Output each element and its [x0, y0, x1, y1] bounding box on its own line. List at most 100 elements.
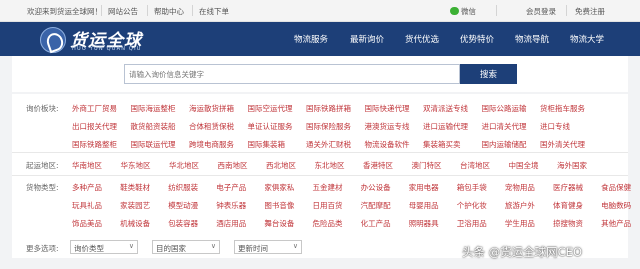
nav-logistics-university[interactable]: 物流大学: [570, 33, 604, 45]
goods-tag-link[interactable]: 玩具礼品: [72, 200, 102, 211]
divider: [101, 5, 102, 16]
price-tag-link[interactable]: 国际公路运输: [482, 103, 527, 114]
goods-tag-link[interactable]: 办公设备: [361, 182, 391, 193]
register-link[interactable]: 免费注册: [575, 6, 605, 17]
search-input[interactable]: [124, 64, 460, 84]
price-section-label: 询价板块:: [26, 104, 59, 113]
goods-tag-link[interactable]: 多种产品: [72, 182, 102, 193]
price-tag-link[interactable]: 进口清关代理: [482, 121, 527, 132]
goods-tag-link[interactable]: 酒店用品: [216, 218, 246, 229]
wechat-link[interactable]: 微信: [450, 6, 476, 17]
price-tag-link[interactable]: 国际集装箱: [248, 139, 286, 150]
price-tag-link[interactable]: 散货船资装船: [131, 121, 176, 132]
goods-tag-link[interactable]: 学生用品: [505, 218, 535, 229]
price-tag-link[interactable]: 外商工厂贸易: [72, 103, 117, 114]
price-tag-link[interactable]: 进口运输代理: [423, 121, 468, 132]
goods-tag-link[interactable]: 舞台设备: [264, 218, 294, 229]
price-tag-link[interactable]: 海运散货拼箱: [189, 103, 234, 114]
price-tag-link[interactable]: 出口报关代理: [72, 121, 117, 132]
search-button[interactable]: 搜索: [460, 64, 517, 84]
price-tag-link[interactable]: 跨境电商服务: [189, 139, 234, 150]
nav-special-prices[interactable]: 优势特价: [460, 33, 494, 45]
region-tag-link[interactable]: 西南地区: [218, 160, 248, 171]
announcement-link[interactable]: 网站公告: [108, 6, 138, 17]
price-tag-link[interactable]: 通关外汇财税: [306, 139, 351, 150]
goods-tag-link[interactable]: 鞋类鞋材: [120, 182, 150, 193]
price-tag-link[interactable]: 国际快递代理: [365, 103, 410, 114]
goods-tag-link[interactable]: 掠搜物资: [553, 218, 583, 229]
price-tag-link[interactable]: 国内运输储配: [482, 139, 527, 150]
goods-tag-link[interactable]: 食品保健: [601, 182, 631, 193]
nav-latest-inquiry[interactable]: 最新询价: [350, 33, 384, 45]
price-tag-link[interactable]: 国外清关代理: [540, 139, 585, 150]
goods-tag-link[interactable]: 宠物用品: [505, 182, 535, 193]
wechat-icon: [450, 7, 459, 15]
price-tag-link[interactable]: 国际铁路整柜: [72, 139, 117, 150]
price-tag-link[interactable]: 单证认证服务: [248, 121, 293, 132]
region-tag-link[interactable]: 中国全境: [509, 160, 539, 171]
update-time-select[interactable]: 更新时间 ∨: [234, 240, 302, 254]
goods-tag-link[interactable]: 旅游户外: [505, 200, 535, 211]
source-watermark: 头条 @货运全球网CEO: [462, 245, 583, 259]
goods-tag-link[interactable]: 化工产品: [361, 218, 391, 229]
goods-tag-link[interactable]: 饰品美品: [72, 218, 102, 229]
goods-tag-link[interactable]: 卫浴用品: [457, 218, 487, 229]
price-tag-link[interactable]: 国际保险服务: [306, 121, 351, 132]
goods-tag-link[interactable]: 汽配摩配: [361, 200, 391, 211]
goods-tag-link[interactable]: 五金建材: [313, 182, 343, 193]
destination-country-value: 目的国家: [156, 244, 186, 253]
price-tag-link[interactable]: 物流设备软件: [365, 139, 410, 150]
destination-country-select[interactable]: 目的国家 ∨: [152, 240, 220, 254]
goods-tag-link[interactable]: 图书音像: [264, 200, 294, 211]
goods-tag-link[interactable]: 电子产品: [216, 182, 246, 193]
price-tag-link[interactable]: 集装箱买卖: [423, 139, 461, 150]
online-order-link[interactable]: 在线下单: [199, 6, 229, 17]
inquiry-type-select[interactable]: 询价类型 ∨: [70, 240, 138, 254]
goods-tag-link[interactable]: 模型动漫: [168, 200, 198, 211]
price-tag-link[interactable]: 双清派送专线: [423, 103, 468, 114]
login-link[interactable]: 会员登录: [526, 6, 556, 17]
divider: [496, 5, 497, 16]
goods-type-label: 货物类型:: [26, 183, 59, 192]
goods-tag-link[interactable]: 钟表乐器: [216, 200, 246, 211]
goods-tag-link[interactable]: 箱包手袋: [457, 182, 487, 193]
price-tag-link[interactable]: 国际空运代理: [248, 103, 293, 114]
goods-tag-link[interactable]: 家用电器: [409, 182, 439, 193]
goods-tag-link[interactable]: 体育健身: [553, 200, 583, 211]
logo-subtext: HUO YUN QUAN QIU: [72, 46, 142, 52]
nav-forwarder-picks[interactable]: 货代优选: [405, 33, 439, 45]
region-tag-link[interactable]: 华东地区: [121, 160, 151, 171]
goods-tag-link[interactable]: 危险品类: [313, 218, 343, 229]
price-tag-link[interactable]: 国际铁路拼箱: [306, 103, 351, 114]
goods-tag-link[interactable]: 电脑数码: [601, 200, 631, 211]
help-center-link[interactable]: 帮助中心: [154, 6, 184, 17]
price-tag-link[interactable]: 国际海运整柜: [131, 103, 176, 114]
goods-tag-link[interactable]: 照明器具: [409, 218, 439, 229]
goods-tag-link[interactable]: 家装园艺: [120, 200, 150, 211]
region-tag-link[interactable]: 华北地区: [169, 160, 199, 171]
price-tag-link[interactable]: 国际联运代理: [131, 139, 176, 150]
goods-tag-link[interactable]: 个护化妆: [457, 200, 487, 211]
goods-tag-link[interactable]: 医疗器械: [553, 182, 583, 193]
region-tag-link[interactable]: 东北地区: [315, 160, 345, 171]
goods-tag-link[interactable]: 其他产品: [601, 218, 631, 229]
site-logo[interactable]: 货运全球 HUO YUN QUAN QIU: [40, 26, 142, 54]
region-tag-link[interactable]: 西北地区: [266, 160, 296, 171]
goods-tag-link[interactable]: 家俱家私: [264, 182, 294, 193]
goods-tag-link[interactable]: 机械设备: [120, 218, 150, 229]
goods-tag-link[interactable]: 日用百货: [313, 200, 343, 211]
price-tag-link[interactable]: 进口专线: [540, 121, 570, 132]
region-tag-link[interactable]: 香港特区: [363, 160, 393, 171]
region-tag-link[interactable]: 澳门特区: [412, 160, 442, 171]
price-tag-link[interactable]: 合体租赁保税: [189, 121, 234, 132]
region-tag-link[interactable]: 台湾地区: [460, 160, 490, 171]
region-tag-link[interactable]: 华南地区: [72, 160, 102, 171]
goods-tag-link[interactable]: 包装容器: [168, 218, 198, 229]
nav-logistics-guide[interactable]: 物流导航: [515, 33, 549, 45]
price-tag-link[interactable]: 港澳货运专线: [365, 121, 410, 132]
nav-logistics-services[interactable]: 物流服务: [294, 33, 328, 45]
region-tag-link[interactable]: 海外国家: [557, 160, 587, 171]
goods-tag-link[interactable]: 纺织服装: [168, 182, 198, 193]
goods-tag-link[interactable]: 母婴用品: [409, 200, 439, 211]
price-tag-link[interactable]: 货柜拖车服务: [540, 103, 585, 114]
